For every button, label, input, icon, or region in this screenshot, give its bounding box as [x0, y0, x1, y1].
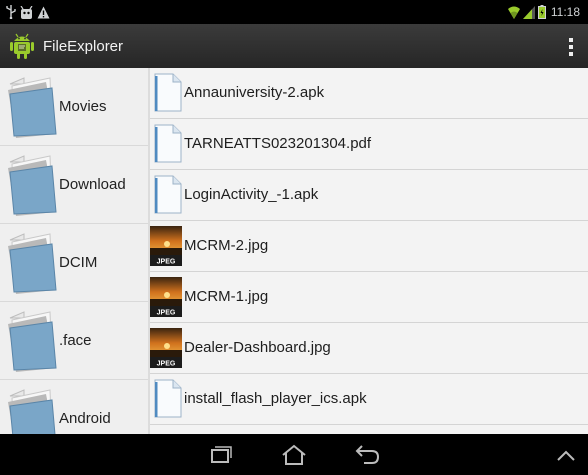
home-icon[interactable] [280, 444, 308, 465]
jpeg-badge: JPEG [157, 310, 176, 317]
folder-list: Movies Download DCIM .face Android [0, 68, 148, 434]
file-label: MCRM-2.jpg [184, 237, 269, 254]
usb-icon [6, 5, 16, 19]
file-label: Dealer-Dashboard.jpg [184, 339, 331, 356]
folder-item[interactable]: DCIM [0, 224, 148, 302]
notification-icons [0, 5, 50, 19]
file-item[interactable]: JPEG MCRM-1.jpg [150, 272, 588, 323]
action-bar: FileExplorer [0, 24, 588, 68]
android-debug-icon [20, 5, 33, 19]
app-title: FileExplorer [43, 37, 124, 55]
warning-icon [37, 6, 50, 19]
file-item[interactable]: JPEG MCRM-2.jpg [150, 221, 588, 272]
recent-apps-icon[interactable] [206, 444, 234, 464]
file-label: TARNEATTS023201304.pdf [184, 135, 372, 152]
navigation-bar [0, 434, 588, 475]
folder-item[interactable]: Movies [0, 68, 148, 146]
expand-icon[interactable] [552, 444, 580, 464]
file-item[interactable]: TabFragment [150, 425, 588, 434]
file-item[interactable]: LoginActivity_-1.apk [150, 170, 588, 221]
file-item[interactable]: Annauniversity-2.apk [150, 68, 588, 119]
status-bar: 11:18 [0, 0, 588, 24]
file-list: Annauniversity-2.apk TARNEATTS023201304.p… [150, 68, 588, 434]
android-robot-icon[interactable] [9, 32, 35, 60]
file-item[interactable]: JPEG Dealer-Dashboard.jpg [150, 323, 588, 374]
folder-item[interactable]: Android [0, 380, 148, 434]
wifi-icon [507, 5, 520, 19]
signal-icon [522, 5, 535, 19]
back-icon[interactable] [354, 444, 382, 464]
folder-label: .face [59, 332, 92, 349]
file-label: MCRM-1.jpg [184, 288, 269, 305]
folder-label: Movies [59, 98, 107, 115]
folder-item[interactable]: .face [0, 302, 148, 380]
jpeg-badge: JPEG [157, 361, 176, 368]
file-item[interactable]: TARNEATTS023201304.pdf [150, 119, 588, 170]
jpeg-badge: JPEG [157, 259, 176, 266]
file-item[interactable]: install_flash_player_ics.apk [150, 374, 588, 425]
folder-item[interactable]: Download [0, 146, 148, 224]
clock: 11:18 [550, 5, 580, 19]
file-label: install_flash_player_ics.apk [184, 390, 367, 407]
file-label: Annauniversity-2.apk [184, 84, 325, 101]
battery-icon [537, 5, 546, 19]
folder-label: DCIM [59, 254, 98, 271]
overflow-menu-icon[interactable] [568, 38, 574, 56]
system-icons: 11:18 [507, 5, 588, 19]
folder-label: Android [59, 410, 111, 427]
folder-label: Download [59, 176, 126, 193]
file-label: LoginActivity_-1.apk [184, 186, 319, 203]
